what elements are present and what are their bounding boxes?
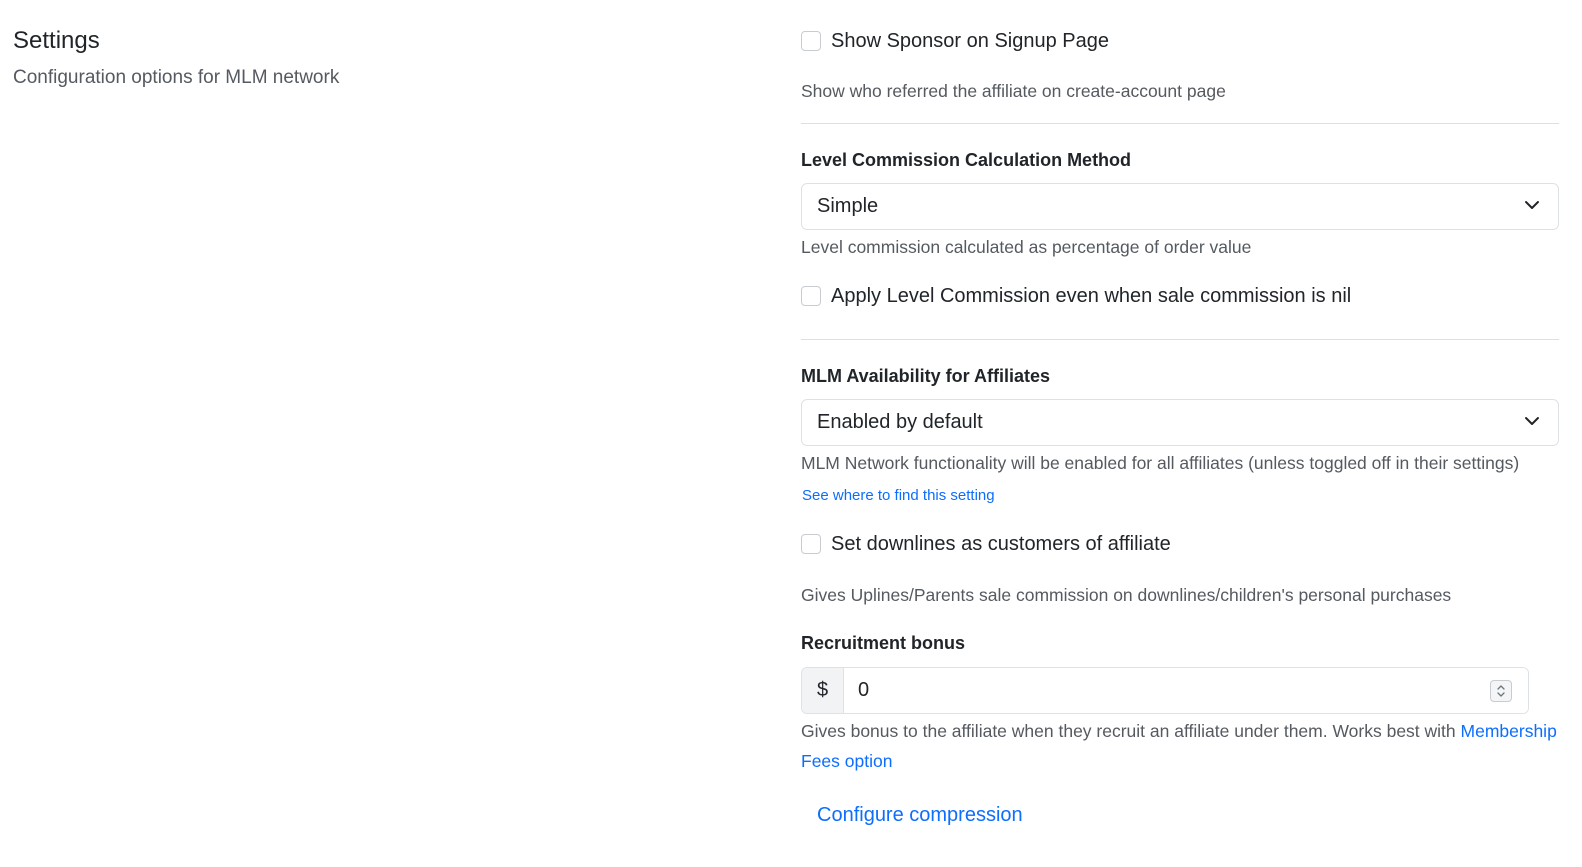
chevron-down-icon — [1525, 201, 1539, 209]
downlines-label[interactable]: Set downlines as customers of affiliate — [831, 533, 1171, 556]
mlm-availability-select[interactable]: Enabled by default — [801, 399, 1559, 446]
settings-header: Settings Configuration options for MLM n… — [13, 26, 513, 91]
apply-level-row[interactable]: Apply Level Commission even when sale co… — [801, 283, 1351, 309]
downlines-checkbox[interactable] — [801, 534, 821, 554]
settings-page: Settings Configuration options for MLM n… — [0, 0, 1582, 867]
apply-level-label[interactable]: Apply Level Commission even when sale co… — [831, 285, 1351, 308]
show-sponsor-row[interactable]: Show Sponsor on Signup Page — [801, 28, 1109, 54]
page-description: Configuration options for MLM network — [13, 67, 340, 88]
recruitment-bonus-input[interactable] — [844, 668, 1528, 713]
downlines-help: Gives Uplines/Parents sale commission on… — [801, 585, 1452, 605]
level-commission-value: Simple — [817, 195, 879, 217]
apply-level-checkbox[interactable] — [801, 286, 821, 306]
chevron-down-icon — [1525, 417, 1539, 425]
level-commission-help: Level commission calculated as percentag… — [801, 237, 1252, 257]
mlm-availability-label: MLM Availability for Affiliates — [801, 366, 1051, 386]
divider — [801, 123, 1559, 124]
level-commission-select[interactable]: Simple — [801, 183, 1559, 230]
mlm-availability-help: MLM Network functionality will be enable… — [801, 453, 1520, 473]
page-title: Settings — [13, 27, 100, 54]
mlm-availability-value: Enabled by default — [817, 411, 983, 433]
recruitment-help-text: Gives bonus to the affiliate when they r… — [801, 721, 1461, 741]
show-sponsor-checkbox[interactable] — [801, 31, 821, 51]
level-commission-label: Level Commission Calculation Method — [801, 150, 1132, 170]
recruitment-bonus-input-group: $ — [801, 667, 1529, 714]
configure-compression-link[interactable]: Configure compression — [817, 804, 1023, 827]
find-setting-link[interactable]: See where to find this setting — [802, 487, 995, 504]
show-sponsor-help: Show who referred the affiliate on creat… — [801, 81, 1226, 101]
show-sponsor-label[interactable]: Show Sponsor on Signup Page — [831, 30, 1109, 53]
downlines-row[interactable]: Set downlines as customers of affiliate — [801, 531, 1171, 557]
currency-addon: $ — [802, 668, 844, 713]
recruitment-bonus-help: Gives bonus to the affiliate when they r… — [801, 716, 1559, 776]
recruitment-bonus-label: Recruitment bonus — [801, 633, 966, 653]
divider — [801, 339, 1559, 340]
spinner-arrows-icon[interactable] — [1490, 680, 1512, 702]
